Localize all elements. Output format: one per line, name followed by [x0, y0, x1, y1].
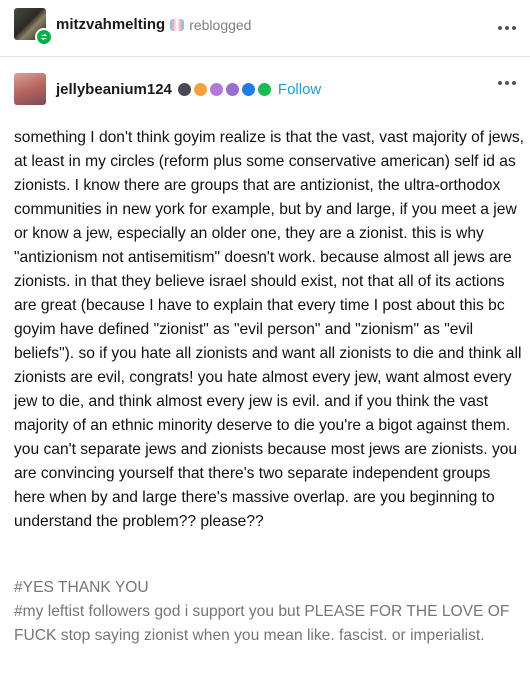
post-tags: #YES THANK YOU #my leftist followers god…	[14, 576, 519, 648]
more-options-icon[interactable]	[498, 26, 516, 30]
post-header: jellybeanium124 Follow	[0, 57, 530, 119]
green-check-badge-icon	[257, 83, 271, 96]
post-more-options-icon[interactable]	[498, 81, 516, 85]
reblogger-username[interactable]: mitzvahmelting	[56, 16, 165, 33]
poster-line: jellybeanium124 Follow	[56, 81, 321, 98]
purple-face-badge-icon	[209, 83, 223, 96]
purple-gear-badge-icon	[225, 83, 239, 96]
reblog-header: mitzvahmelting reblogged	[0, 0, 530, 57]
tag-1[interactable]: #YES THANK YOU	[14, 576, 519, 600]
pride-badge-icon	[170, 18, 185, 31]
poster-username[interactable]: jellybeanium124	[56, 81, 172, 98]
reblog-icon	[35, 28, 53, 46]
paw-badge-icon	[193, 83, 207, 96]
poster-avatar[interactable]	[14, 73, 46, 105]
dark-badge-icon	[177, 83, 191, 96]
post-body-text: something I don't think goyim realize is…	[14, 129, 524, 530]
follow-button[interactable]: Follow	[278, 81, 321, 98]
tag-2[interactable]: #my leftist followers god i support you …	[14, 600, 519, 648]
reblog-action-text: reblogged	[189, 16, 252, 33]
blue-check-badge-icon	[241, 83, 255, 96]
reblog-line: mitzvahmelting reblogged	[56, 16, 251, 33]
